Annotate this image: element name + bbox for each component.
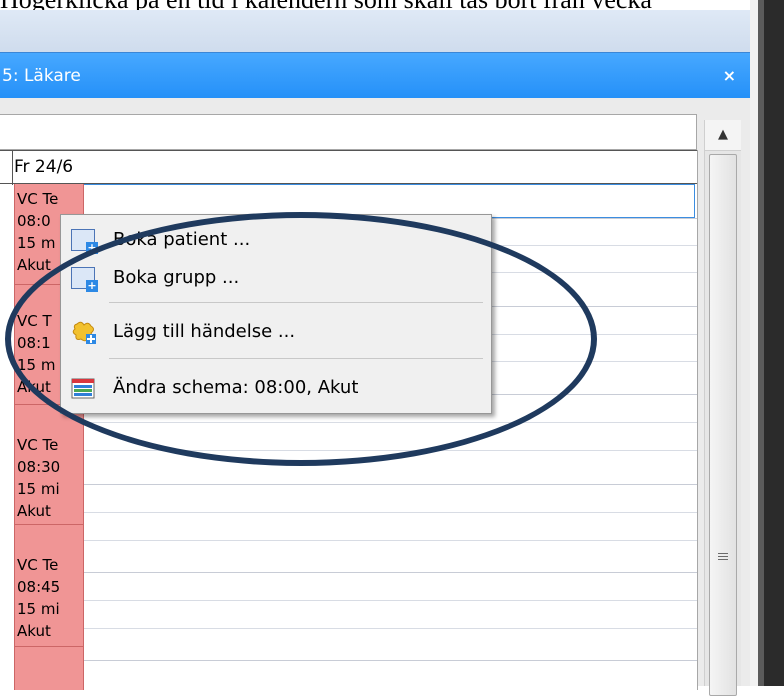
slot-line[interactable]: 08:45 — [17, 576, 60, 598]
close-icon[interactable]: × — [723, 53, 736, 99]
calendar-toolbar-field — [0, 114, 697, 150]
window-frame-edge — [750, 0, 784, 686]
slot-line[interactable]: Akut — [17, 254, 51, 276]
slot-line[interactable]: VC Te — [17, 554, 58, 576]
slot-line[interactable]: VC Te — [17, 188, 58, 210]
grip-icon — [718, 553, 728, 563]
slot-line[interactable]: Akut — [17, 620, 51, 642]
slot-line[interactable]: 08:30 — [17, 456, 60, 478]
highlight-ellipse — [5, 212, 597, 466]
day-label: Fr 24/6 — [14, 157, 74, 177]
window-top-band — [0, 10, 750, 52]
slot-line[interactable]: VC Te — [17, 434, 58, 456]
window-titlebar: 5: Läkare × — [0, 52, 750, 99]
instruction-caption: Högerklicka på en tid i kalendern som sk… — [0, 0, 784, 14]
book-patient-icon: + — [71, 229, 98, 254]
slot-line[interactable]: Akut — [17, 500, 51, 522]
scroll-thumb[interactable] — [709, 154, 737, 696]
window-title: 5: Läkare — [2, 66, 81, 86]
vertical-scrollbar[interactable]: ▲ — [704, 120, 741, 696]
slot-line[interactable]: 08:0 — [17, 210, 51, 232]
day-header[interactable]: Fr 24/6 — [0, 150, 697, 185]
slot-line[interactable]: 15 mi — [17, 598, 60, 620]
slot-line[interactable]: 15 m — [17, 232, 55, 254]
selected-time-row[interactable] — [82, 184, 695, 218]
slot-line[interactable]: 15 mi — [17, 478, 60, 500]
scroll-up-icon[interactable]: ▲ — [705, 120, 741, 151]
